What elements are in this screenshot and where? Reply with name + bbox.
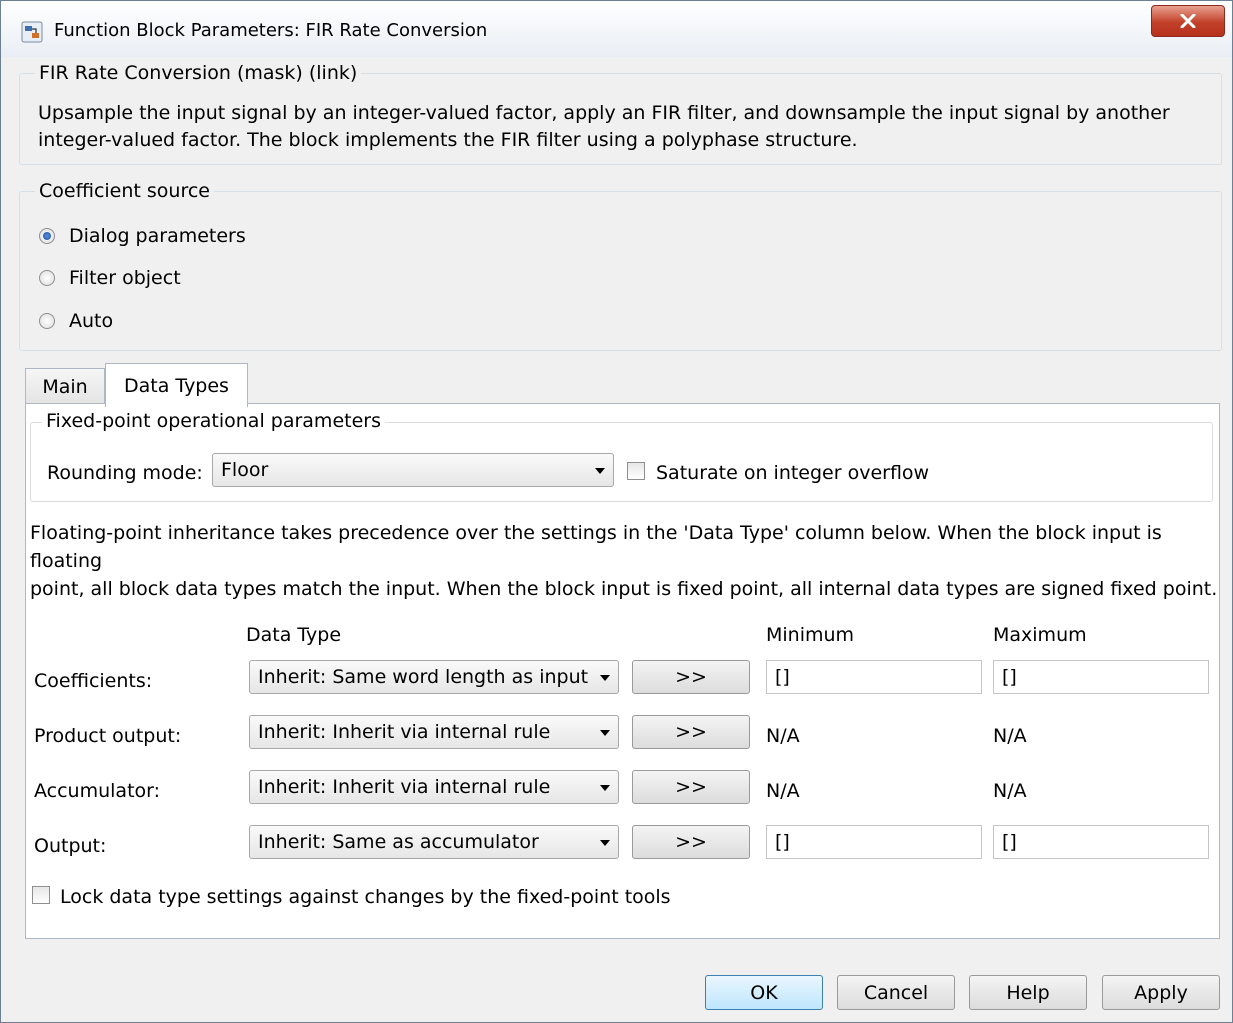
header-minimum: Minimum — [766, 624, 855, 646]
mask-description-line: Upsample the input signal by an integer-… — [38, 102, 1170, 124]
info-line: point, all block data types match the in… — [30, 578, 1218, 600]
radio-dialog-parameters[interactable]: Dialog parameters — [39, 225, 246, 247]
button-label: >> — [675, 831, 707, 853]
radio-label: Auto — [69, 310, 114, 332]
product-output-assistant-button[interactable]: >> — [632, 715, 750, 749]
tab-main[interactable]: Main — [25, 368, 105, 405]
accumulator-minimum: N/A — [766, 780, 800, 802]
radio-label: Dialog parameters — [69, 225, 246, 247]
button-label: Help — [1006, 981, 1050, 1004]
accumulator-type-select[interactable]: Inherit: Inherit via internal rule — [249, 770, 619, 804]
field-value: [] — [775, 831, 790, 853]
output-assistant-button[interactable]: >> — [632, 825, 750, 859]
dialog-client: FIR Rate Conversion (mask) (link) Upsamp… — [9, 57, 1226, 1017]
coefficients-type-select[interactable]: Inherit: Same word length as input — [249, 660, 619, 694]
field-value: [] — [1002, 831, 1017, 853]
output-type-select[interactable]: Inherit: Same as accumulator — [249, 825, 619, 859]
chevron-down-icon — [600, 785, 610, 791]
header-data-type: Data Type — [246, 624, 342, 646]
coefficients-minimum-field[interactable]: [] — [766, 660, 982, 694]
radio-button[interactable] — [39, 270, 55, 286]
inheritance-info: Floating-point inheritance takes precede… — [30, 519, 1220, 603]
tab-label: Data Types — [124, 374, 229, 397]
chevron-down-icon — [595, 468, 605, 474]
field-value: [] — [775, 666, 790, 688]
title-bar: Function Block Parameters: FIR Rate Conv… — [1, 1, 1232, 57]
cancel-button[interactable]: Cancel — [837, 975, 955, 1010]
tab-data-types[interactable]: Data Types — [105, 363, 248, 407]
apply-button[interactable]: Apply — [1102, 975, 1220, 1010]
button-label: OK — [750, 981, 778, 1004]
lock-data-types-checkbox[interactable] — [32, 886, 50, 904]
select-value: Inherit: Same word length as input — [258, 666, 589, 688]
help-button[interactable]: Help — [969, 975, 1087, 1010]
tab-label: Main — [42, 376, 88, 398]
button-label: Apply — [1134, 981, 1188, 1004]
select-value: Inherit: Inherit via internal rule — [258, 776, 551, 798]
accumulator-assistant-button[interactable]: >> — [632, 770, 750, 804]
ok-button[interactable]: OK — [705, 975, 823, 1010]
mask-group-title: FIR Rate Conversion (mask) (link) — [35, 62, 362, 84]
radio-filter-object[interactable]: Filter object — [39, 267, 181, 289]
row-label-output: Output: — [34, 835, 107, 857]
simulink-app-icon — [21, 21, 43, 43]
row-label-product-output: Product output: — [34, 725, 182, 747]
header-maximum: Maximum — [993, 624, 1087, 646]
fixed-point-group — [30, 422, 1213, 502]
rounding-mode-value: Floor — [221, 459, 269, 481]
saturate-checkbox[interactable] — [627, 462, 645, 480]
dialog-window: Function Block Parameters: FIR Rate Conv… — [0, 0, 1233, 1023]
radio-selected-dot — [43, 232, 51, 240]
rounding-mode-select[interactable]: Floor — [212, 453, 614, 487]
coefficients-maximum-field[interactable]: [] — [993, 660, 1209, 694]
close-button[interactable] — [1151, 5, 1225, 37]
coefficients-assistant-button[interactable]: >> — [632, 660, 750, 694]
chevron-down-icon — [600, 675, 610, 681]
mask-description: Upsample the input signal by an integer-… — [38, 100, 1218, 154]
close-icon — [1180, 14, 1196, 28]
button-label: >> — [675, 666, 707, 688]
button-label: >> — [675, 776, 707, 798]
mask-description-line: integer-valued factor. The block impleme… — [38, 129, 858, 151]
radio-button[interactable] — [39, 313, 55, 329]
product-output-type-select[interactable]: Inherit: Inherit via internal rule — [249, 715, 619, 749]
chevron-down-icon — [600, 840, 610, 846]
output-maximum-field[interactable]: [] — [993, 825, 1209, 859]
button-label: Cancel — [863, 981, 929, 1004]
accumulator-maximum: N/A — [993, 780, 1027, 802]
row-label-coefficients: Coefficients: — [34, 670, 153, 692]
coefficient-source-group — [19, 191, 1222, 351]
radio-label: Filter object — [69, 267, 181, 289]
data-types-pane: Fixed-point operational parameters Round… — [25, 403, 1220, 939]
product-output-maximum: N/A — [993, 725, 1027, 747]
product-output-minimum: N/A — [766, 725, 800, 747]
lock-data-types-label: Lock data type settings against changes … — [60, 886, 671, 908]
output-minimum-field[interactable]: [] — [766, 825, 982, 859]
saturate-label: Saturate on integer overflow — [656, 462, 930, 484]
row-label-accumulator: Accumulator: — [34, 780, 161, 802]
field-value: [] — [1002, 666, 1017, 688]
fixed-point-title: Fixed-point operational parameters — [42, 410, 385, 432]
window-title: Function Block Parameters: FIR Rate Conv… — [54, 20, 488, 41]
radio-button[interactable] — [39, 228, 55, 244]
select-value: Inherit: Same as accumulator — [258, 831, 539, 853]
chevron-down-icon — [600, 730, 610, 736]
button-label: >> — [675, 721, 707, 743]
select-value: Inherit: Inherit via internal rule — [258, 721, 551, 743]
info-line: Floating-point inheritance takes precede… — [30, 522, 1162, 572]
coefficient-source-title: Coefficient source — [35, 180, 214, 202]
rounding-mode-label: Rounding mode: — [47, 462, 203, 484]
radio-auto[interactable]: Auto — [39, 310, 113, 332]
